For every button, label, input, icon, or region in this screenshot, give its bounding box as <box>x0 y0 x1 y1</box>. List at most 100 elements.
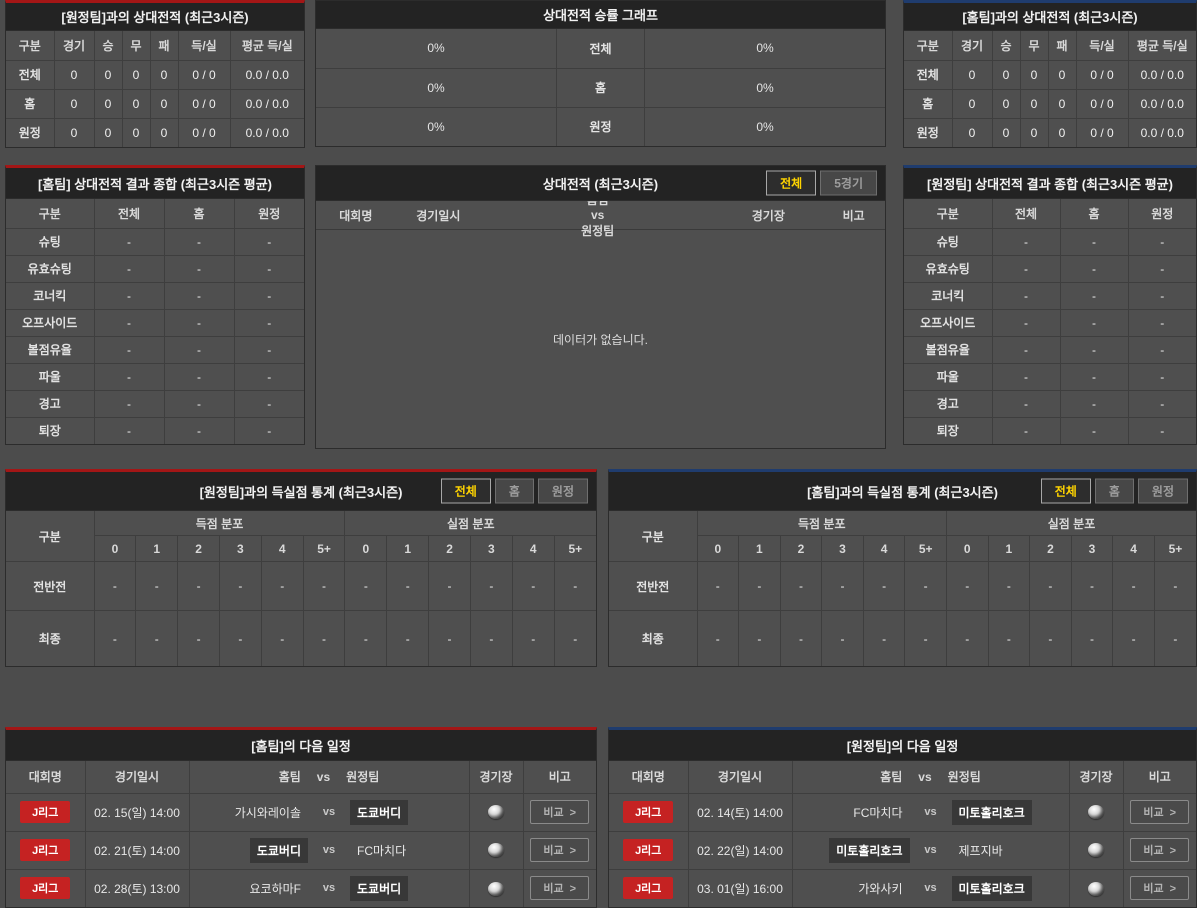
panel-title: [홈팀]의 다음 일정 <box>6 730 596 761</box>
col-header: 무 <box>122 31 150 60</box>
col-header: 전체 <box>992 199 1060 228</box>
col-header: 원정팀 <box>481 222 714 239</box>
stat-value: 0.0 / 0.0 <box>1128 60 1196 89</box>
stat-value: 0 <box>94 89 122 118</box>
row-label: 전반전 <box>6 562 94 611</box>
stat-value: - <box>429 611 471 667</box>
league-badge: J리그 <box>623 839 673 861</box>
col-header: 원정 <box>234 199 304 228</box>
stadium-icon[interactable] <box>488 805 504 819</box>
col-header: 3 <box>1071 536 1113 562</box>
col-header: 홈 <box>164 199 234 228</box>
stat-value: - <box>94 611 136 667</box>
stat-value: - <box>554 611 596 667</box>
tab-home[interactable]: 홈 <box>1095 479 1134 504</box>
stat-value: - <box>946 611 988 667</box>
stat-value: 0 <box>1020 118 1048 147</box>
col-header: 구분 <box>6 511 94 562</box>
home-team: 가시와레이솔 <box>228 800 308 825</box>
tab-group: 전체 홈 원정 <box>1037 479 1188 504</box>
panel-title-text: [홈팀]과의 득실점 통계 (최근3시즌) <box>807 482 998 501</box>
stat-value: 0 <box>952 60 992 89</box>
stat-value: - <box>992 390 1060 417</box>
compare-button[interactable]: 비교> <box>530 876 589 900</box>
row-label: 전체 <box>6 60 54 89</box>
home-team: 도쿄버디 <box>250 838 308 863</box>
stadium-icon[interactable] <box>1088 882 1104 896</box>
stat-value: 0 / 0 <box>178 60 230 89</box>
stadium-icon[interactable] <box>488 882 504 896</box>
stat-value: - <box>261 611 303 667</box>
stat-value: - <box>136 562 178 611</box>
compare-label: 비교 <box>1143 807 1163 819</box>
chevron-right-icon: > <box>570 883 576 895</box>
compare-button[interactable]: 비교> <box>530 838 589 862</box>
stadium-icon[interactable] <box>1088 805 1104 819</box>
stadium-icon[interactable] <box>1088 843 1104 857</box>
row-label: 경고 <box>904 390 992 417</box>
stat-value: 0 <box>992 118 1020 147</box>
chevron-right-icon: > <box>1170 807 1176 819</box>
tab-all[interactable]: 전체 <box>766 171 816 196</box>
stat-value: - <box>345 611 387 667</box>
col-header: 3 <box>219 536 261 562</box>
col-header: 경기일시 <box>688 761 792 793</box>
stat-value: - <box>697 562 739 611</box>
match-teams: 미토홀리호크vs제프지바 <box>792 831 1069 869</box>
match-datetime: 02. 14(토) 14:00 <box>688 793 792 831</box>
stat-value: - <box>234 282 304 309</box>
row-label: 볼점유율 <box>904 336 992 363</box>
tab-home[interactable]: 홈 <box>495 479 534 504</box>
panel-title: [홈팀]과의 득실점 통계 (최근3시즌) 전체 홈 원정 <box>609 472 1196 511</box>
away-summary-panel: [원정팀] 상대전적 결과 종합 (최근3시즌 평균) 구분 전체 홈 원정 슈… <box>903 165 1197 445</box>
stat-value: 0 <box>952 118 992 147</box>
stat-value: 0 <box>122 89 150 118</box>
tab-5games[interactable]: 5경기 <box>820 171 877 196</box>
compare-button[interactable]: 비교> <box>1130 838 1189 862</box>
col-header: 패 <box>150 31 178 60</box>
col-header: 원정팀 <box>346 768 379 785</box>
compare-button[interactable]: 비교 > <box>1130 800 1189 824</box>
goals-vs-away-table: 구분 득점 분포 실점 분포 0 1 2 3 4 5+ 0 1 2 3 4 5+… <box>6 511 596 666</box>
stat-value: - <box>470 562 512 611</box>
compare-label: 비교 <box>1143 883 1163 895</box>
tab-all[interactable]: 전체 <box>441 479 491 504</box>
tab-away[interactable]: 원정 <box>1138 479 1188 504</box>
tab-all[interactable]: 전체 <box>1041 479 1091 504</box>
stat-value: - <box>94 255 164 282</box>
stat-value: - <box>988 611 1030 667</box>
row-label: 퇴장 <box>6 417 94 444</box>
col-header: 비고 <box>1123 761 1196 793</box>
away-team: 도쿄버디 <box>350 876 408 901</box>
stat-value: - <box>164 309 234 336</box>
compare-button[interactable]: 비교> <box>1130 876 1189 900</box>
compare-label: 비교 <box>543 807 563 819</box>
col-header: 1 <box>739 536 781 562</box>
stat-value: 0.0 / 0.0 <box>1128 89 1196 118</box>
compare-button[interactable]: 비교> <box>530 800 589 824</box>
stat-value: 0 / 0 <box>1076 89 1128 118</box>
league-cell: J리그 <box>6 869 85 907</box>
col-header: 5+ <box>1154 536 1196 562</box>
col-header: 4 <box>1113 536 1155 562</box>
col-header: 4 <box>512 536 554 562</box>
panel-title-text: 상대전적 승률 그래프 <box>543 5 658 24</box>
col-header: 5+ <box>554 536 596 562</box>
col-header: 구분 <box>904 31 952 60</box>
list-header: 대회명 경기일시 홈팀 vs 원정팀 경기장 비고 <box>316 201 885 230</box>
row-label: 원정 <box>904 118 952 147</box>
graph-left-value: 0% <box>316 68 557 107</box>
stadium-icon[interactable] <box>488 843 504 857</box>
stadium-cell <box>469 831 523 869</box>
col-header: 2 <box>178 536 220 562</box>
col-header: 구분 <box>904 199 992 228</box>
row-label: 파울 <box>904 363 992 390</box>
col-header: 0 <box>697 536 739 562</box>
tab-away[interactable]: 원정 <box>538 479 588 504</box>
goals-row: [원정팀]과의 득실점 통계 (최근3시즌) 전체 홈 원정 구분 득점 분포 … <box>5 469 1197 667</box>
goals-vs-away-panel: [원정팀]과의 득실점 통계 (최근3시즌) 전체 홈 원정 구분 득점 분포 … <box>5 469 597 667</box>
col-header: 전체 <box>94 199 164 228</box>
col-header: 0 <box>946 536 988 562</box>
col-header: 3 <box>470 536 512 562</box>
graph-left-value: 0% <box>316 107 557 146</box>
